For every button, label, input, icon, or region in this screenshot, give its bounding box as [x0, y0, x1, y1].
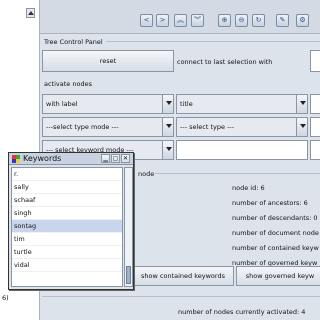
node-section-border: [155, 173, 320, 174]
show-governed-keywords-button[interactable]: show governed keyw: [236, 266, 320, 286]
scroll-up-button[interactable]: [26, 8, 35, 18]
stat-document-nodes: number of document node: [232, 229, 319, 237]
refresh-button[interactable]: ↻: [252, 14, 265, 27]
label-mode-select[interactable]: with label: [42, 94, 174, 114]
stat-contained-keywords: number of contained keyw: [232, 244, 319, 252]
settings-icon: ⚙: [299, 16, 306, 24]
dialog-title: Keywords: [23, 154, 62, 163]
dialog-title-bar[interactable]: Keywords ▁ ▢ ✕: [9, 153, 133, 165]
connect-label: connect to last selection with: [177, 58, 273, 66]
keyword-list-item[interactable]: r.: [12, 168, 122, 181]
up-icon: ⊕: [221, 16, 228, 24]
close-icon[interactable]: ✕: [121, 154, 130, 163]
expand-button[interactable]: ︾: [191, 14, 204, 27]
row1-extra-field[interactable]: [310, 94, 320, 114]
keyword-list-item[interactable]: singh: [12, 207, 122, 220]
row2-extra-field[interactable]: [310, 117, 320, 137]
label-mode-value: with label: [46, 100, 78, 108]
stat-node-id: node id: 6: [232, 184, 265, 192]
minimize-icon[interactable]: ▁: [101, 154, 110, 163]
title-select[interactable]: title: [176, 94, 308, 114]
forward-icon: >: [159, 16, 166, 24]
expand-icon: ︾: [194, 16, 201, 24]
down-button[interactable]: ⊖: [235, 14, 248, 27]
back-icon: <: [143, 16, 150, 24]
keyword-field[interactable]: [176, 140, 308, 160]
app-icon: [12, 155, 20, 163]
collapse-icon: ︽: [177, 16, 184, 24]
stat-descendants: number of descendants: 0: [232, 214, 318, 222]
edit-button[interactable]: ✎: [276, 14, 289, 27]
row3-extra-field[interactable]: [310, 140, 320, 160]
connect-field[interactable]: [310, 50, 320, 72]
stat-ancestors: number of ancestors: 6: [232, 199, 308, 207]
chevron-down-icon: [162, 118, 173, 136]
title-value: title: [180, 100, 193, 108]
forward-button[interactable]: >: [156, 14, 169, 27]
node-section-label: node: [138, 170, 155, 178]
up-button[interactable]: ⊕: [218, 14, 231, 27]
keywords-list[interactable]: r. sally schaaf singh sontag tim turtle vidal: [11, 167, 123, 287]
left-pane-visible-text: 6): [2, 294, 9, 302]
refresh-icon: ↻: [255, 16, 262, 24]
chevron-down-icon: [296, 95, 307, 113]
activate-label: activate nodes: [44, 80, 92, 88]
keyword-list-item[interactable]: tim: [12, 233, 122, 246]
edit-icon: ✎: [279, 16, 286, 24]
status-separator: [42, 296, 320, 297]
keyword-list-item[interactable]: vidal: [12, 259, 122, 272]
type-value: --- select type ---: [180, 123, 235, 131]
collapse-button[interactable]: ︽: [174, 14, 187, 27]
keywords-dialog[interactable]: Keywords ▁ ▢ ✕ r. sally schaaf singh sontag t…: [8, 152, 134, 290]
panel-border: [106, 41, 320, 42]
reset-button[interactable]: reset: [42, 50, 174, 72]
activated-count-status: number of nodes currently activated: 4: [178, 308, 306, 316]
chevron-down-icon: [296, 118, 307, 136]
down-icon: ⊖: [238, 16, 245, 24]
keyword-list-item[interactable]: schaaf: [12, 194, 122, 207]
type-mode-select[interactable]: ---select type mode ---: [42, 117, 174, 137]
keyword-list-item[interactable]: sontag: [12, 220, 122, 233]
scrollbar-thumb[interactable]: [126, 266, 131, 284]
chevron-down-icon: [162, 141, 173, 159]
type-mode-value: ---select type mode ---: [46, 123, 119, 131]
chevron-down-icon: [162, 95, 173, 113]
keywords-scrollbar[interactable]: [124, 167, 133, 287]
type-select[interactable]: --- select type ---: [176, 117, 308, 137]
keyword-list-item[interactable]: turtle: [12, 246, 122, 259]
back-button[interactable]: <: [140, 14, 153, 27]
panel-title: Tree Control Panel: [44, 38, 103, 46]
show-contained-keywords-button[interactable]: show contained keywords: [132, 266, 234, 286]
settings-button[interactable]: ⚙: [296, 14, 309, 27]
maximize-icon[interactable]: ▢: [111, 154, 120, 163]
keyword-list-item[interactable]: sally: [12, 181, 122, 194]
